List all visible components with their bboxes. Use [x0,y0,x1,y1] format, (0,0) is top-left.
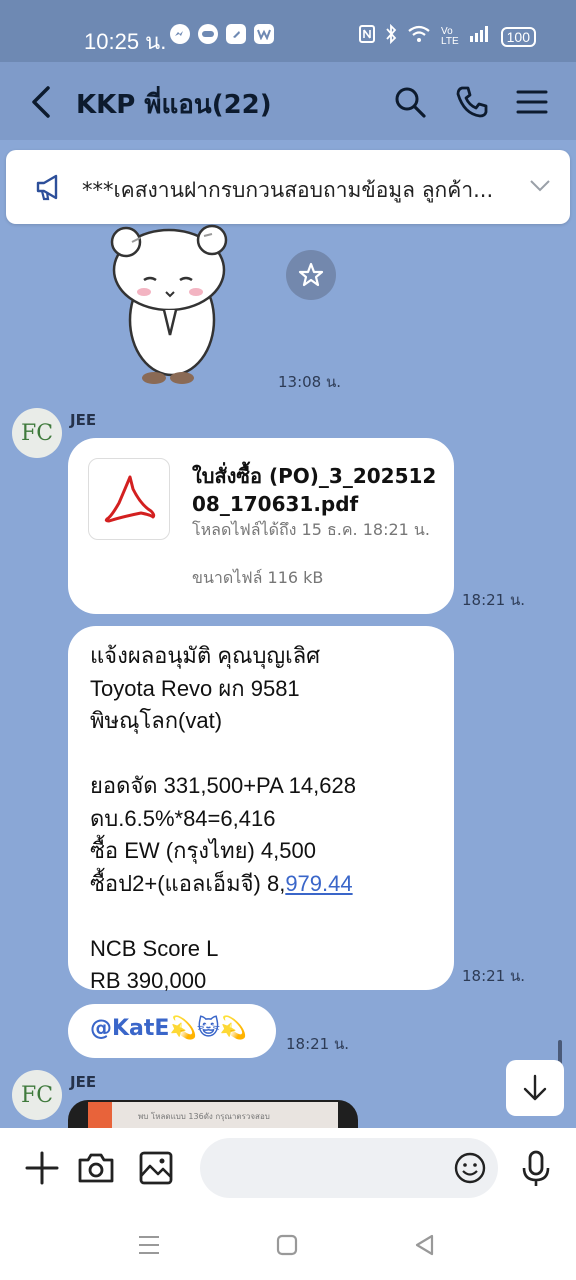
pdf-thumbnail [88,458,170,540]
app-notification-icon [226,24,246,44]
message-line: ดบ.6.5%*84=6,416 [90,805,276,831]
bluetooth-icon [385,23,397,49]
message-line: แจ้งผลอนุมัติ คุณบุญเลิศ [90,643,321,668]
announcement-banner[interactable]: ***เคสงานฝากรบกวนสอบถามข้อมูล ลูกค้า... [6,150,570,224]
message-timestamp: 18:21 น. [462,591,526,609]
home-square-icon [276,1234,298,1256]
smiley-icon [454,1152,486,1184]
image-caption-text: พบ โหลดแบบ 136ดัง กรุณาตรวจสอบ [138,1112,270,1121]
message-text: แจ้งผลอนุมัติ คุณบุญเลิศ Toyota Revo ผก … [90,640,440,998]
phone-number-link[interactable]: 979.44 [285,871,352,896]
sender-name: JEE [70,411,97,429]
file-name: ใบสั่งซื้อ (PO)_3_20251208_170631.pdf [192,464,437,516]
call-button[interactable] [452,82,492,122]
message-text-part: ซื้อป2+(แอลเอ็มจี) 8, [90,870,286,896]
camera-button[interactable] [76,1148,116,1188]
system-back-button[interactable] [412,1232,438,1258]
message-timestamp: 18:21 น. [462,967,526,985]
search-button[interactable] [390,82,430,122]
menu-button[interactable] [512,82,552,122]
signal-icon [469,25,491,48]
file-message-bubble[interactable]: ใบสั่งซื้อ (PO)_3_20251208_170631.pdf โห… [68,438,454,614]
status-time: 10:25 น. [84,29,167,54]
sender-name: JEE [70,1073,97,1091]
message-line-with-link: ซื้อป2+(แอลเอ็มจี) 8,979.44 [90,868,440,901]
gallery-button[interactable] [136,1148,176,1188]
notification-icons [170,24,274,44]
pdf-icon [104,475,156,523]
announcement-text: ***เคสงานฝากรบกวนสอบถามข้อมูล ลูกค้า... [82,178,494,202]
chevron-down-icon[interactable] [528,178,552,194]
star-icon [298,262,324,287]
back-triangle-icon [415,1234,434,1256]
avatar[interactable]: FC [12,408,62,458]
add-button[interactable] [22,1148,62,1188]
home-button[interactable] [274,1232,300,1258]
w-app-icon [254,24,274,44]
phone-icon [456,86,488,118]
text-message-bubble[interactable]: แจ้งผลอนุมัติ คุณบุญเลิศ Toyota Revo ผก … [68,626,454,993]
scroll-to-bottom-button[interactable] [506,1060,564,1116]
battery-indicator: 100 [500,26,536,47]
messenger-icon [170,24,190,44]
camera-icon [78,1153,114,1183]
line-app-icon [198,24,218,44]
system-icons: Vo LTE 100 [359,23,536,49]
message-line: ซื้อ EW (กรุงไทย) 4,500 [90,838,316,863]
message-line: พิษณุโลก(vat) [90,708,223,733]
message-line: RB 390,000 [90,968,207,993]
voice-button[interactable] [516,1148,556,1188]
system-nav-bar [0,1210,576,1280]
message-timestamp: 13:08 น. [278,373,342,391]
chat-header: KKP พี่แอน(22) [0,62,576,140]
file-size: ขนาดไฟล์ 116 kB [192,568,324,587]
message-input-bar [0,1128,576,1210]
plus-icon [25,1151,59,1185]
message-timestamp: 18:21 น. [286,1035,350,1053]
arrow-down-icon [523,1074,547,1101]
microphone-icon [522,1150,550,1186]
message-line: NCB Score L [90,935,219,961]
recent-apps-button[interactable] [136,1232,162,1258]
file-expiry: โหลดไฟล์ได้ถึง 15 ธ.ค. 18:21 น. [192,520,430,539]
avatar[interactable]: FC [12,1070,62,1120]
back-button[interactable] [26,82,56,122]
mention-text[interactable]: @KatE💫😺💫 [90,1016,247,1041]
volte-icon: Vo LTE [441,25,459,47]
hamburger-menu-icon [516,90,548,114]
bear-sticker-image [110,224,228,384]
wifi-icon [407,25,431,48]
status-bar: 10:25 น. Vo LTE 100 [0,0,576,62]
chevron-left-icon [32,86,50,118]
nfc-icon [359,25,376,48]
emoji-button[interactable] [450,1148,490,1188]
mention-message-bubble[interactable]: @KatE💫😺💫 [68,1004,276,1058]
search-icon [395,87,426,118]
chat-title: KKP พี่แอน(22) [76,90,272,120]
image-icon [139,1151,173,1185]
bear-sticker[interactable] [104,220,234,385]
message-line: ยอดจัด 331,500+PA 14,628 [90,773,356,798]
megaphone-icon [36,174,58,201]
favorite-sticker-button[interactable] [286,250,336,300]
recent-apps-icon [139,1236,159,1254]
message-line: Toyota Revo ผก 9581 [90,675,300,701]
